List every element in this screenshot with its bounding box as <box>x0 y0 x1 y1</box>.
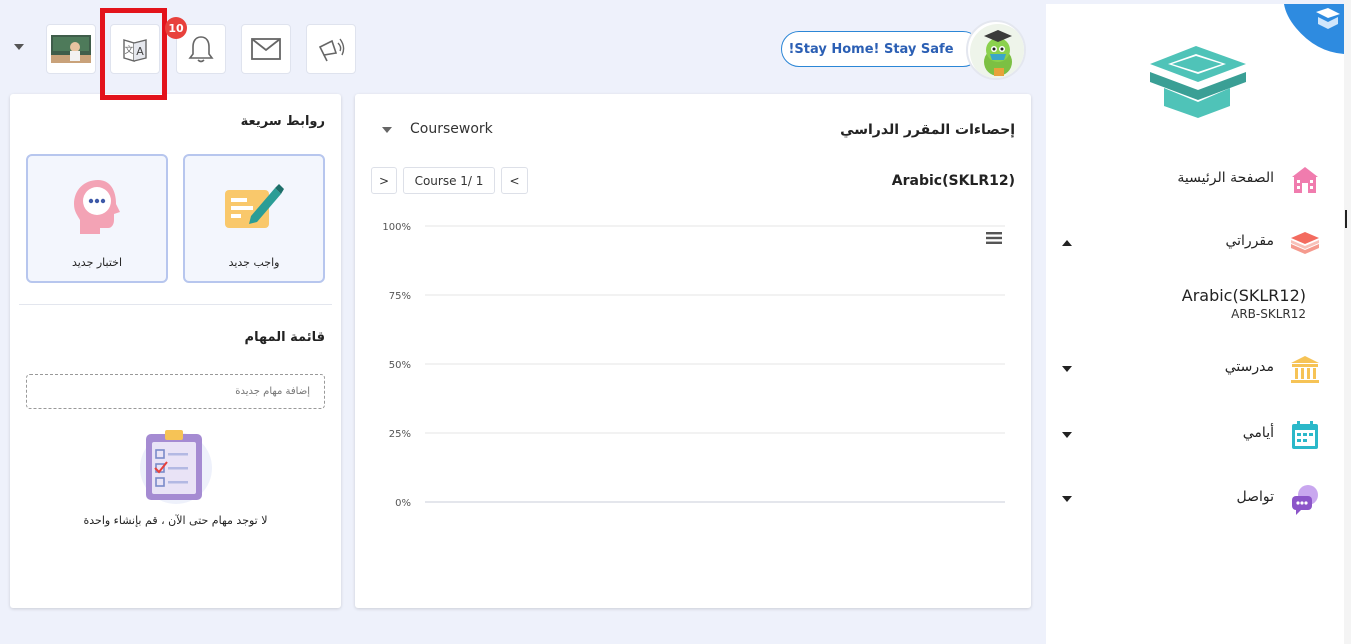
expand-caret-icon[interactable] <box>1062 432 1072 438</box>
messages-button[interactable] <box>241 24 291 74</box>
top-bar: A 文 10 !Stay Home! Stay Safe <box>0 0 1046 100</box>
new-task-input[interactable] <box>26 374 325 409</box>
profile-avatar-button[interactable] <box>46 24 96 74</box>
y-tick-label: 0% <box>395 498 411 509</box>
sidebar-course-code: ARB-SKLR12 <box>1231 307 1306 321</box>
bell-icon <box>188 36 214 63</box>
notification-count-badge: 10 <box>165 17 187 39</box>
tasks-empty-message: لا توجد مهام حتى الآن ، قم بإنشاء واحدة <box>83 514 268 527</box>
panel-divider <box>19 304 332 305</box>
school-icon <box>1292 167 1318 193</box>
sidebar: الصفحة الرئيسية مقرراتي مدرستي أيامي تواصل A… <box>1046 4 1344 644</box>
sidebar-item-label: تواصل <box>1236 489 1274 505</box>
quiz-head-icon <box>74 180 120 234</box>
sidebar-item-label: مقرراتي <box>1225 233 1274 249</box>
sidebar-item-label: أيامي <box>1242 425 1274 441</box>
sidebar-item-0[interactable]: الصفحة الرئيسية <box>1046 160 1344 200</box>
clipboard-icon <box>140 430 212 504</box>
sidebar-item-4[interactable]: تواصل <box>1046 479 1344 519</box>
stats-title: إحصاءات المقرر الدراسي <box>840 122 1015 138</box>
sidebar-item-3[interactable]: أيامي <box>1046 415 1344 455</box>
quick-links-panel: روابط سريعة واجب جديد اختبار جديد قائمة … <box>10 94 341 608</box>
mascot-avatar[interactable] <box>966 20 1026 80</box>
sidebar-course-name: Arabic(SKLR12) <box>1181 286 1306 305</box>
calendar-icon <box>1292 421 1318 449</box>
profile-dropdown-caret[interactable] <box>14 44 24 50</box>
new-quiz-button[interactable]: اختبار جديد <box>26 154 168 283</box>
new-assignment-button[interactable]: واجب جديد <box>183 154 325 283</box>
envelope-icon <box>251 38 281 60</box>
expand-caret-icon[interactable] <box>1062 496 1072 502</box>
course-name: Arabic(SKLR12) <box>891 173 1015 189</box>
avatar <box>51 35 91 63</box>
sidebar-item-label: الصفحة الرئيسية <box>1177 170 1274 186</box>
sidebar-item-1[interactable]: مقرراتي <box>1046 223 1344 263</box>
quick-links-title: روابط سريعة <box>240 114 325 129</box>
svg-text:A: A <box>136 45 144 58</box>
course-stats-panel: إحصاءات المقرر الدراسي Coursework Arabic… <box>355 94 1031 608</box>
translate-button[interactable]: A 文 <box>110 24 160 74</box>
next-course-button[interactable]: > <box>371 167 397 194</box>
expand-caret-icon[interactable] <box>1062 366 1072 372</box>
y-tick-label: 25% <box>389 429 411 440</box>
megaphone-icon <box>318 38 345 62</box>
sidebar-course-entry[interactable]: Arabic(SKLR12) ARB-SKLR12 <box>1182 286 1306 321</box>
y-tick-label: 50% <box>389 360 411 371</box>
coursework-caret[interactable] <box>382 127 392 133</box>
tasks-title: قائمة المهام <box>244 330 325 345</box>
sidebar-item-2[interactable]: مدرستي <box>1046 349 1344 389</box>
new-assignment-label: واجب جديد <box>228 256 280 269</box>
announcements-button[interactable] <box>306 24 356 74</box>
prev-course-button[interactable]: < <box>501 167 528 194</box>
coursework-filter[interactable]: Coursework <box>410 121 493 137</box>
course-stats-chart: 0% 25% 50% 75% 100% <box>382 222 1005 509</box>
school-logo <box>1150 46 1246 118</box>
institution-icon <box>1291 356 1319 383</box>
assignment-icon <box>225 184 284 228</box>
corner-ribbon <box>1284 4 1344 54</box>
y-tick-label: 100% <box>382 222 411 233</box>
scrollbar-thumb[interactable] <box>1345 210 1347 228</box>
hamburger-icon[interactable] <box>985 231 1003 245</box>
svg-text:文: 文 <box>124 44 133 56</box>
mascot-icon <box>970 24 1024 78</box>
stay-safe-button[interactable]: !Stay Home! Stay Safe <box>781 31 981 67</box>
course-pager: Course 1/ 1 <box>403 167 495 194</box>
chat-icon <box>1292 485 1318 515</box>
page-scrollbar[interactable] <box>1344 0 1351 644</box>
y-tick-label: 75% <box>389 291 411 302</box>
books-icon <box>1291 232 1319 254</box>
new-quiz-label: اختبار جديد <box>71 256 123 269</box>
translate-icon: A 文 <box>123 39 147 62</box>
sidebar-item-label: مدرستي <box>1224 359 1274 375</box>
collapse-caret-icon[interactable] <box>1062 240 1072 246</box>
